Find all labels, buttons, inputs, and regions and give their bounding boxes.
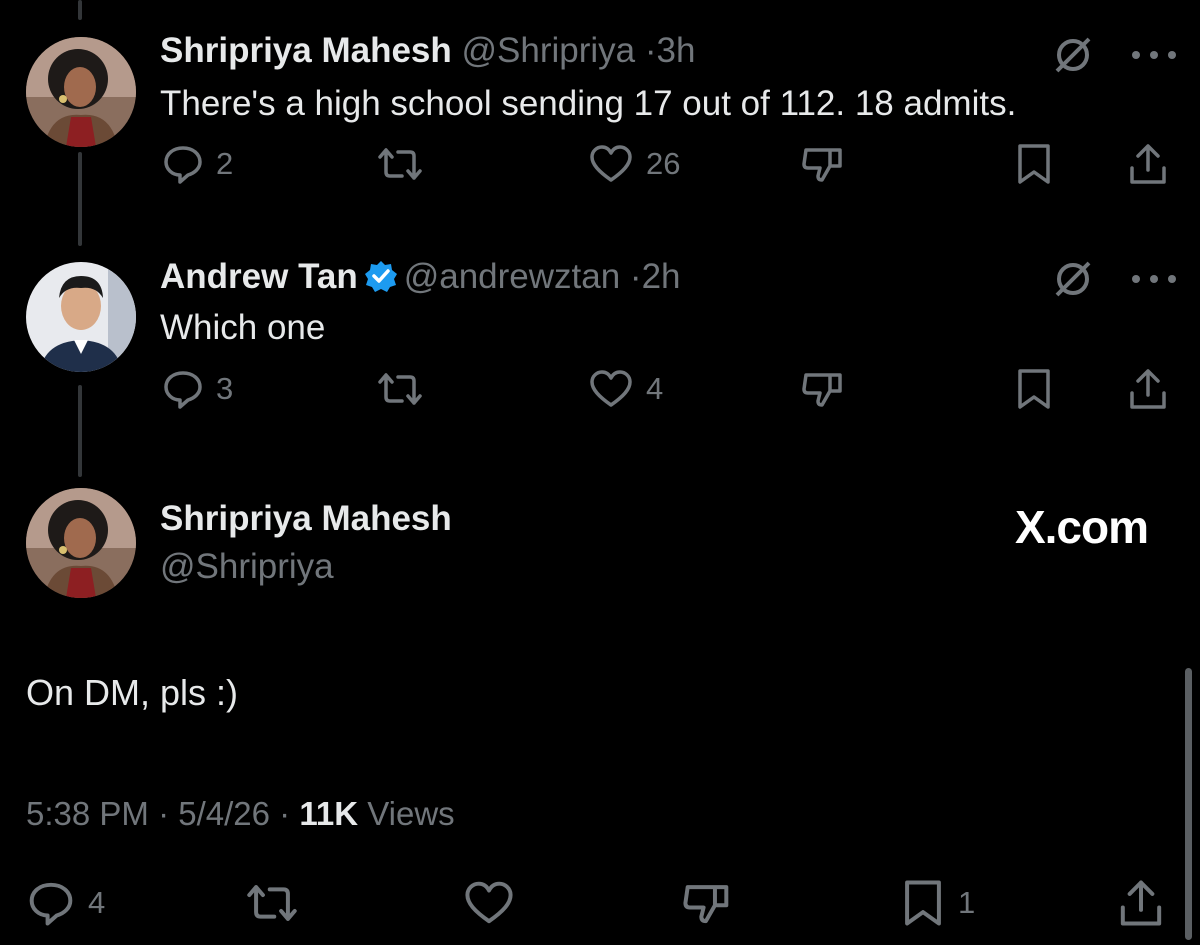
separator: · (644, 31, 657, 70)
tweet-text: Which one (160, 308, 326, 347)
author-name[interactable]: Andrew Tan (160, 257, 358, 296)
share-button[interactable] (1126, 142, 1170, 186)
tweet-header: Shripriya Mahesh @Shripriya ·3h (160, 31, 695, 71)
action-bar: 2 26 (0, 142, 1200, 192)
share-icon (1120, 880, 1162, 926)
avatar[interactable] (26, 37, 136, 147)
author-name-line: Shripriya Mahesh (160, 499, 452, 539)
dislike-button[interactable] (800, 367, 846, 411)
watermark: X.com (1014, 501, 1149, 553)
bookmark-button[interactable]: 1 (900, 878, 975, 928)
retweet-button[interactable] (376, 142, 424, 186)
author-handle[interactable]: @andrewztan (404, 257, 620, 296)
retweet-button[interactable] (376, 367, 424, 411)
retweet-icon (247, 885, 297, 921)
post-time[interactable]: 5:38 PM (26, 795, 149, 832)
author-handle-line: @Shripriya (160, 547, 334, 587)
bookmark-button[interactable] (1014, 142, 1054, 186)
dislike-icon (802, 148, 842, 182)
timestamp[interactable]: 2h (642, 257, 681, 296)
more-icon[interactable] (1130, 272, 1178, 290)
retweet-icon (378, 148, 422, 180)
dislike-button[interactable] (680, 878, 734, 928)
tweet-meta: 5:38 PM · 5/4/26 · 11K Views (26, 795, 455, 833)
grok-icon[interactable] (1051, 257, 1095, 306)
avatar[interactable] (26, 488, 136, 598)
bookmark-icon (905, 880, 941, 926)
tweet-header: Andrew Tan @andrewztan ·2h (160, 257, 681, 302)
avatar[interactable] (26, 262, 136, 372)
timestamp[interactable]: 3h (657, 31, 696, 70)
separator: · (279, 795, 291, 832)
reply-button[interactable]: 3 (162, 367, 233, 411)
like-button[interactable]: 4 (588, 367, 663, 411)
dislike-button[interactable] (800, 142, 846, 186)
share-icon (1130, 144, 1166, 184)
retweet-button[interactable] (244, 878, 300, 928)
verified-icon (364, 259, 398, 302)
like-count: 26 (646, 146, 681, 181)
reply-icon (164, 371, 202, 409)
separator: · (158, 795, 170, 832)
bookmark-button[interactable] (1014, 367, 1054, 411)
tweet-text: There's a high school sending 17 out of … (160, 84, 1017, 123)
author-name[interactable]: Shripriya Mahesh (160, 31, 452, 70)
reply-button[interactable]: 2 (162, 142, 233, 186)
like-icon (590, 145, 632, 182)
like-button[interactable] (462, 878, 516, 928)
reply-count: 3 (216, 371, 234, 406)
dislike-icon (683, 885, 729, 924)
like-count: 4 (646, 371, 664, 406)
bookmark-icon (1018, 144, 1050, 184)
bookmark-icon (1018, 369, 1050, 409)
post-date[interactable]: 5/4/26 (178, 795, 270, 832)
scrollbar[interactable] (1185, 668, 1192, 940)
like-icon (465, 881, 513, 924)
bookmark-count: 1 (958, 885, 976, 920)
reply-icon (29, 882, 73, 926)
author-handle[interactable]: @Shripriya (462, 31, 636, 70)
reply-tweet-2[interactable]: Andrew Tan @andrewztan ·2h Which one 3 4 (0, 240, 1200, 480)
like-button[interactable]: 26 (588, 142, 680, 186)
grok-icon[interactable] (1051, 33, 1095, 82)
reply-icon (164, 146, 202, 184)
author-name[interactable]: Shripriya Mahesh (160, 499, 452, 538)
share-button[interactable] (1116, 878, 1166, 928)
like-icon (590, 370, 632, 407)
views-count[interactable]: 11K (299, 795, 358, 832)
views-label: Views (367, 795, 455, 832)
share-button[interactable] (1126, 367, 1170, 411)
reply-tweet-1[interactable]: Shripriya Mahesh @Shripriya ·3h There's … (0, 0, 1200, 240)
dislike-icon (802, 373, 842, 407)
main-action-bar: 4 1 (0, 878, 1200, 928)
action-bar: 3 4 (0, 367, 1200, 417)
reply-count: 4 (88, 885, 106, 920)
retweet-icon (378, 373, 422, 405)
author-handle[interactable]: @Shripriya (160, 547, 334, 586)
reply-count: 2 (216, 146, 234, 181)
main-tweet-text: On DM, pls :) (26, 672, 239, 713)
share-icon (1130, 369, 1166, 409)
reply-button[interactable]: 4 (26, 878, 105, 928)
more-icon[interactable] (1130, 48, 1178, 66)
separator: · (629, 257, 642, 296)
